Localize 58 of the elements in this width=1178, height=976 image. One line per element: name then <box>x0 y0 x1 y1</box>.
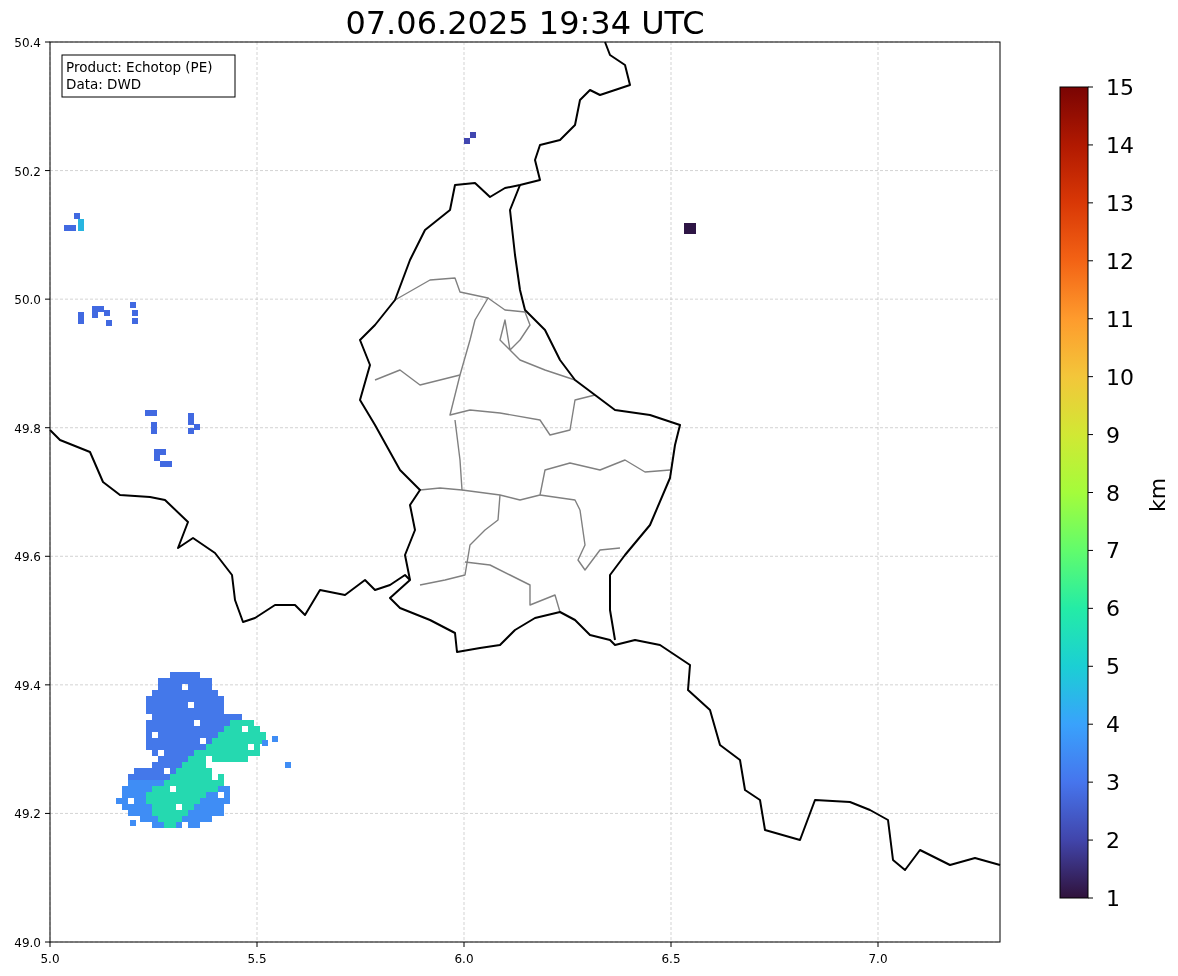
tick-mark <box>1087 376 1094 378</box>
info-text: Data: DWD <box>66 76 142 92</box>
y-tick-label: 49.4 <box>14 678 41 693</box>
colorbar-tick-label: 4 <box>1106 712 1120 738</box>
tick-mark <box>1087 260 1094 262</box>
colorbar-tick-label: 7 <box>1106 538 1120 564</box>
tick-mark <box>1087 434 1094 436</box>
colorbar-tick-label: 11 <box>1106 306 1134 332</box>
tick-mark <box>1087 144 1094 146</box>
x-tick-label: 5.0 <box>40 952 60 966</box>
colorbar-tick-label: 2 <box>1106 828 1120 854</box>
tick-mark <box>1087 492 1094 493</box>
y-tick-label: 49.6 <box>14 550 41 565</box>
tick-mark <box>44 812 51 814</box>
x-tick-label: 6.0 <box>454 952 474 966</box>
tick-mark <box>44 41 51 43</box>
y-tick-label: 49.0 <box>14 936 41 950</box>
tick-mark <box>1087 607 1094 609</box>
colorbar-tick-label: 9 <box>1106 422 1120 448</box>
colorbar-tick-label: 13 <box>1106 190 1134 216</box>
tick-mark <box>44 555 51 557</box>
tick-mark <box>1087 86 1094 88</box>
colorbar-tick-label: 14 <box>1106 132 1134 158</box>
x-tick-label: 5.5 <box>247 952 267 966</box>
chart-title: 07.06.2025 19:34 UTC <box>345 4 705 42</box>
tick-mark <box>1087 839 1094 841</box>
info-text: Product: Echotop (PE) <box>66 59 213 75</box>
colorbar-tick-label: 3 <box>1106 770 1120 796</box>
tick-mark <box>877 941 879 948</box>
colorbar-tick-label: 15 <box>1106 75 1134 100</box>
tick-mark <box>1087 723 1094 725</box>
y-tick-label: 49.8 <box>14 421 41 436</box>
tick-mark <box>1087 665 1094 667</box>
x-tick-label: 6.5 <box>661 952 681 966</box>
tick-mark <box>44 298 51 300</box>
x-tick-label: 7.0 <box>868 952 888 966</box>
tick-mark <box>44 684 51 686</box>
tick-mark <box>44 170 51 172</box>
colorbar-label: km <box>1145 477 1170 513</box>
y-tick-label: 50.0 <box>14 293 41 308</box>
tick-mark <box>1087 202 1094 204</box>
colorbar-tick-label: 5 <box>1106 654 1120 680</box>
colorbar-tick-label: 8 <box>1106 480 1120 506</box>
colorbar-tick-label: 10 <box>1106 364 1134 390</box>
tick-mark <box>670 941 672 948</box>
tick-mark <box>256 941 258 948</box>
tick-mark <box>1087 549 1094 551</box>
tick-mark <box>1087 897 1094 899</box>
colorbar-tick-label: 12 <box>1106 248 1134 274</box>
tick-mark <box>1087 781 1094 783</box>
tick-mark <box>44 427 51 429</box>
y-tick-label: 50.4 <box>14 36 41 50</box>
colorbar-tick-label: 1 <box>1106 886 1120 911</box>
y-tick-label: 49.2 <box>14 807 41 822</box>
colorbar-tick-label: 6 <box>1106 596 1120 622</box>
tick-mark <box>1087 318 1094 320</box>
tick-mark <box>463 941 465 948</box>
y-tick-label: 50.2 <box>14 164 41 179</box>
